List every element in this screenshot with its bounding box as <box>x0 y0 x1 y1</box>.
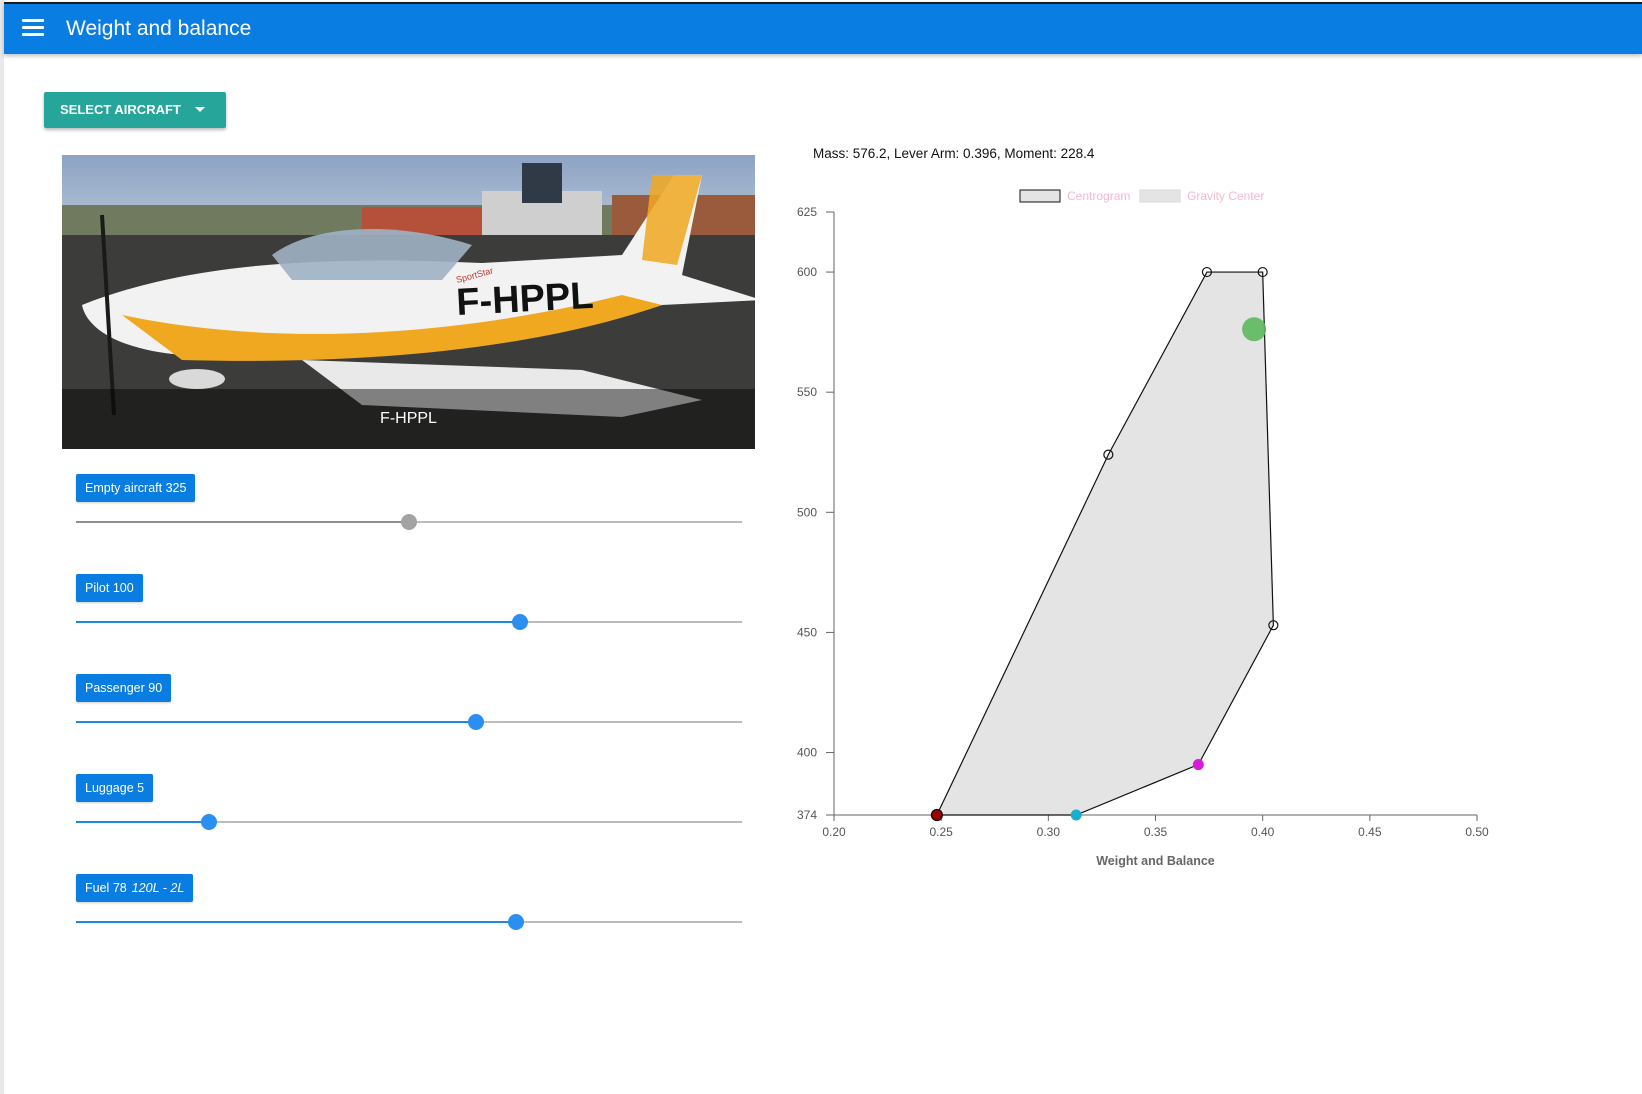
slider-label-empty: Empty aircraft 325 <box>76 474 196 502</box>
x-tick-label: 0.25 <box>929 825 953 839</box>
chart-svg: 374 400 450 500 550 600 625 0.20 0.25 0.30 0.35 0.4… <box>797 189 1489 868</box>
slider-track-passenger[interactable] <box>76 721 742 723</box>
slider-track-pilot[interactable] <box>76 621 742 623</box>
slider-fill <box>76 921 516 923</box>
slider-empty: Empty aircraft 325 <box>76 474 742 564</box>
slider-fill <box>76 821 210 823</box>
slider-fuel: Fuel 78 120L - 2L <box>76 874 742 964</box>
load-point <box>1070 809 1082 821</box>
y-tick-label: 450 <box>797 625 817 639</box>
app-title: Weight and balance <box>66 17 252 40</box>
slider-name: Passenger <box>85 681 145 695</box>
slider-label-passenger: Passenger 90 <box>76 674 172 702</box>
app-bar: Weight and balance <box>4 2 1642 54</box>
slider-thumb-passenger[interactable] <box>467 714 484 730</box>
select-aircraft-label: SELECT AIRCRAFT <box>60 102 181 117</box>
fuselage-registration: F-HPPL <box>455 275 594 324</box>
y-tick-label: 600 <box>797 265 817 279</box>
balance-summary: Mass: 576.2, Lever Arm: 0.396, Moment: 2… <box>813 146 1095 161</box>
slider-name: Luggage <box>85 781 134 795</box>
slider-pilot: Pilot 100 <box>76 574 742 664</box>
slider-label-luggage: Luggage 5 <box>76 774 154 802</box>
x-axis-title: Weight and Balance <box>1096 854 1215 868</box>
slider-label-pilot: Pilot 100 <box>76 574 143 602</box>
slider-name: Pilot <box>85 581 110 595</box>
svg-text:F-HPPL: F-HPPL <box>455 275 594 324</box>
legend-label: Centrogram <box>1067 189 1130 203</box>
load-point <box>1192 759 1204 771</box>
y-tick-label: 374 <box>797 808 817 822</box>
x-tick-label: 0.20 <box>822 825 846 839</box>
window-edge <box>0 0 4 1094</box>
legend-swatch <box>1139 189 1181 203</box>
weight-balance-chart: 374 400 450 500 550 600 625 0.20 0.25 0.30 0.35 0.4… <box>780 175 1500 880</box>
x-tick-label: 0.40 <box>1251 825 1275 839</box>
slider-value: 325 <box>165 481 187 495</box>
slider-name: Empty aircraft <box>85 481 163 495</box>
load-point <box>930 808 943 822</box>
centrogram-polygon <box>935 271 1274 816</box>
x-tick-label: 0.45 <box>1358 825 1382 839</box>
legend-swatch <box>1019 189 1061 203</box>
slider-value: 78 <box>112 881 127 895</box>
gravity-center-point <box>1242 317 1267 342</box>
slider-thumb-pilot[interactable] <box>512 614 529 630</box>
slider-thumb-fuel[interactable] <box>507 914 524 930</box>
slider-value: 100 <box>112 581 134 595</box>
slider-value: 90 <box>148 681 163 695</box>
slider-luggage: Luggage 5 <box>76 774 742 864</box>
caret-down-icon <box>195 107 205 112</box>
y-tick-label: 625 <box>797 205 817 219</box>
x-tick-label: 0.50 <box>1465 825 1489 839</box>
y-tick-label: 400 <box>797 746 817 760</box>
aircraft-photo: F-HPPL SportStar F-HPPL <box>62 155 755 449</box>
y-tick-label: 500 <box>797 505 817 519</box>
slider-name: Fuel <box>85 881 110 895</box>
y-tick-label: 550 <box>797 385 817 399</box>
slider-extra: 120L - 2L <box>131 881 185 895</box>
slider-fill <box>76 521 409 523</box>
x-tick-label: 0.30 <box>1037 825 1061 839</box>
slider-label-fuel: Fuel 78 120L - 2L <box>76 874 194 902</box>
slider-passenger: Passenger 90 <box>76 674 742 764</box>
x-tick-label: 0.35 <box>1144 825 1168 839</box>
slider-thumb-empty[interactable] <box>401 514 417 530</box>
hamburger-menu-icon[interactable] <box>22 19 44 39</box>
slider-thumb-luggage[interactable] <box>201 814 218 830</box>
slider-value: 5 <box>137 781 145 795</box>
slider-fill <box>76 621 521 623</box>
aircraft-caption: F-HPPL <box>62 389 755 449</box>
slider-fill <box>76 721 476 723</box>
slider-track-fuel[interactable] <box>76 921 742 923</box>
legend-label: Gravity Center <box>1187 189 1264 203</box>
select-aircraft-button[interactable]: SELECT AIRCRAFT <box>44 92 226 128</box>
slider-track-luggage[interactable] <box>76 821 742 823</box>
